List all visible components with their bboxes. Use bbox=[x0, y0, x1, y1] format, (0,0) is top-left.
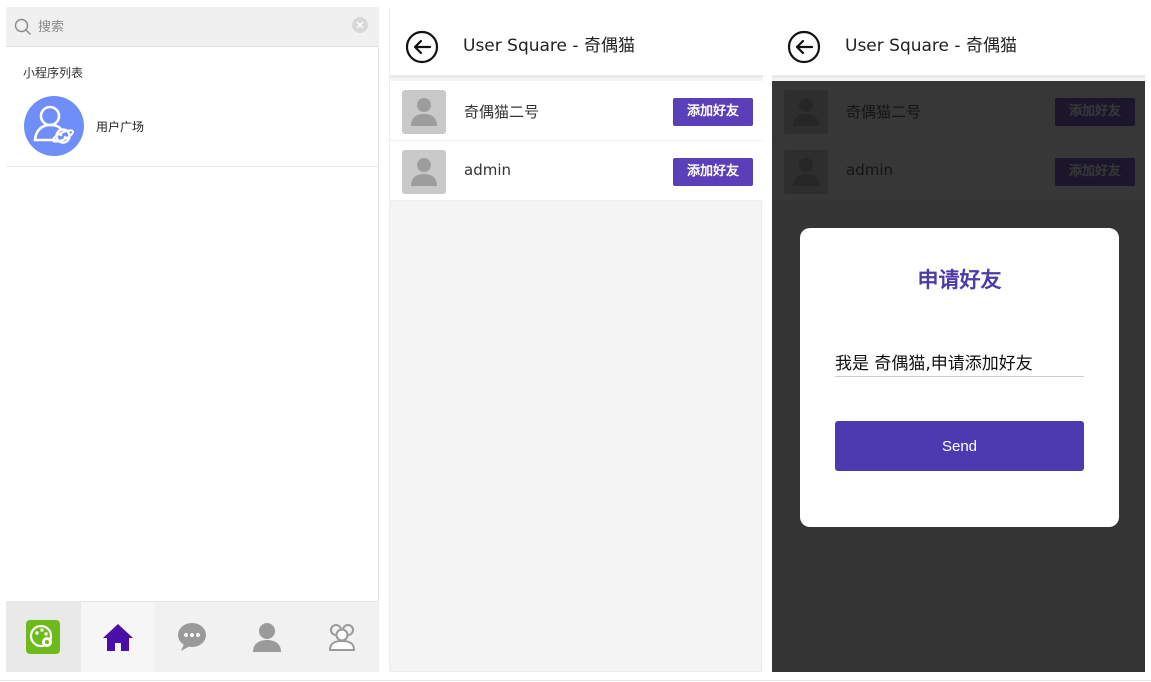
user-planet-icon bbox=[24, 96, 84, 156]
default-avatar-icon bbox=[402, 150, 446, 194]
request-message-input[interactable] bbox=[835, 347, 1084, 377]
list-item-label: 用户广场 bbox=[96, 120, 145, 134]
user-row: 奇偶猫二号 添加好友 bbox=[390, 81, 763, 141]
friend-request-panel: User Square - 奇偶猫 奇偶猫二号 添加好友 admin 添加好友 bbox=[772, 7, 1145, 672]
user-name: admin bbox=[464, 161, 511, 179]
page-title: User Square - 奇偶猫 bbox=[463, 36, 635, 56]
search-bar bbox=[6, 7, 379, 47]
screenshot-stage: 小程序列表 用户广场 bbox=[0, 0, 1151, 682]
bottom-divider bbox=[0, 680, 1151, 681]
page-header: User Square - 奇偶猫 bbox=[772, 7, 1145, 78]
tab-contacts[interactable] bbox=[304, 602, 379, 672]
palette-icon bbox=[26, 620, 61, 654]
friend-request-dialog: 申请好友 Send bbox=[800, 228, 1119, 527]
user-square-panel: User Square - 奇偶猫 奇偶猫二号 添加好友 admin 添加好友 bbox=[389, 7, 763, 672]
add-friend-button[interactable]: 添加好友 bbox=[673, 98, 753, 126]
tab-profile[interactable] bbox=[230, 602, 305, 672]
section-label: 小程序列表 bbox=[23, 66, 84, 80]
back-arrow-icon[interactable] bbox=[405, 30, 439, 64]
bottom-tabbar bbox=[6, 601, 379, 672]
send-button[interactable]: Send bbox=[835, 421, 1084, 471]
person-icon bbox=[253, 623, 282, 652]
user-name: 奇偶猫二号 bbox=[464, 103, 540, 121]
miniapp-list-panel: 小程序列表 用户广场 bbox=[6, 7, 379, 672]
user-row: admin 添加好友 bbox=[390, 141, 763, 201]
dialog-title: 申请好友 bbox=[917, 268, 1002, 292]
clear-icon[interactable] bbox=[352, 17, 368, 33]
list-item-user-square[interactable]: 用户广场 bbox=[6, 91, 379, 167]
chat-bubble-icon bbox=[178, 623, 207, 651]
group-icon bbox=[328, 624, 355, 651]
default-avatar-icon bbox=[402, 90, 446, 134]
add-friend-button[interactable]: 添加好友 bbox=[673, 158, 753, 186]
tab-brand[interactable] bbox=[6, 602, 81, 672]
tab-chat[interactable] bbox=[155, 602, 230, 672]
page-title: User Square - 奇偶猫 bbox=[845, 36, 1017, 56]
search-icon bbox=[14, 18, 31, 35]
back-arrow-icon[interactable] bbox=[787, 30, 821, 64]
home-icon bbox=[102, 624, 133, 651]
page-header: User Square - 奇偶猫 bbox=[390, 7, 763, 78]
tab-home[interactable] bbox=[80, 602, 156, 672]
search-input[interactable] bbox=[38, 15, 338, 39]
